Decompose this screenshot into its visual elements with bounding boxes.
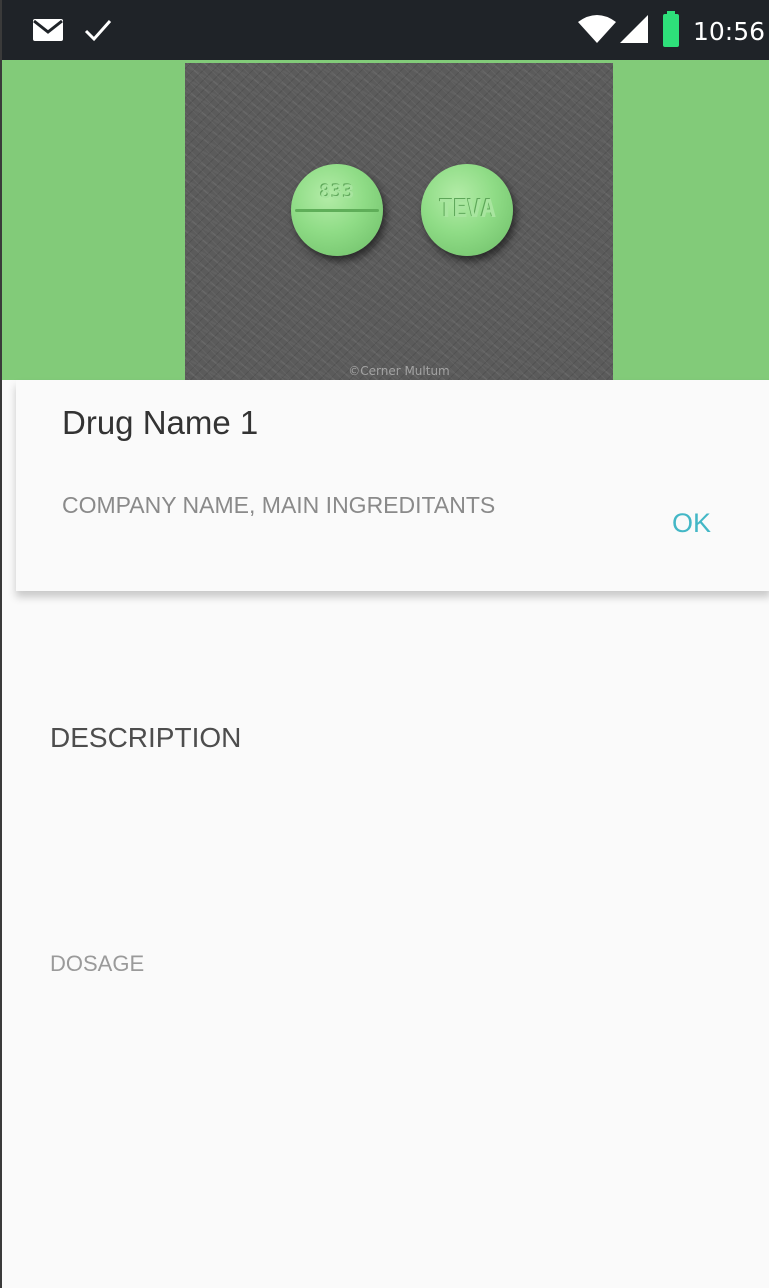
drug-image-header: 833 TEVA ©Cerner Multum — [2, 60, 769, 384]
system-icons: 10:56 — [577, 11, 765, 51]
pill-photo: 833 TEVA ©Cerner Multum — [185, 63, 613, 384]
description-heading: DESCRIPTION — [50, 722, 242, 753]
clock: 10:56 — [692, 16, 765, 46]
drug-info-card: Drug Name 1 COMPANY NAME, MAIN INGREDITA… — [16, 380, 769, 591]
notification-icons — [32, 17, 112, 47]
drug-name: Drug Name 1 — [62, 404, 259, 441]
ok-button[interactable]: OK — [672, 508, 711, 539]
wifi-icon — [577, 14, 617, 48]
dosage-label: DOSAGE — [50, 951, 145, 976]
drug-detail-screen: 10:56 833 TEVA ©Cerner Multum Drug Name … — [0, 0, 769, 1288]
image-watermark: ©Cerner Multum — [348, 364, 450, 378]
drug-company-ingredients: COMPANY NAME, MAIN INGREDITANTS — [62, 492, 496, 518]
pill-imprint-left: 833 — [319, 181, 355, 203]
pill-score-line — [295, 209, 379, 212]
pill-image-right: TEVA — [421, 164, 513, 256]
battery-icon — [662, 11, 679, 51]
pill-imprint-right: TEVA — [438, 194, 496, 223]
check-icon — [84, 18, 112, 46]
mail-icon — [32, 18, 64, 46]
pill-image-left: 833 — [291, 164, 383, 256]
status-bar: 10:56 — [2, 0, 769, 60]
signal-icon — [619, 14, 649, 48]
